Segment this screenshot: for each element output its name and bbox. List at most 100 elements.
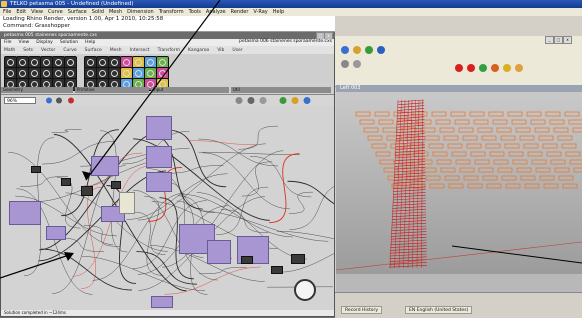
navigation-compass-icon[interactable] <box>293 278 317 302</box>
rhino-menu-edit[interactable]: Edit <box>16 9 26 15</box>
gh-component-node[interactable] <box>151 296 173 308</box>
rhino-menu-solid[interactable]: Solid <box>92 9 104 15</box>
gh-tab-intersect[interactable]: Intersect <box>130 48 150 53</box>
gh-component-node[interactable] <box>9 201 41 225</box>
rhino-menu-mesh[interactable]: Mesh <box>109 9 122 15</box>
grasshopper-title: petasma 005 stainenes sporaamente.cxs <box>4 33 97 38</box>
canvas-toolbar <box>1 95 334 106</box>
open-file-icon[interactable] <box>353 46 361 54</box>
gh-tab-curve[interactable]: Curve <box>63 48 76 53</box>
gh-tab-user[interactable]: User <box>232 48 242 53</box>
globe-icon[interactable] <box>303 97 311 104</box>
gh-component-node[interactable] <box>291 254 305 264</box>
rhino-menu-render[interactable]: Render <box>231 9 249 15</box>
gh-tab-math[interactable]: Math <box>4 48 15 53</box>
gh-component-node[interactable] <box>46 226 66 240</box>
ground-axis <box>336 241 582 271</box>
rhino-menu-analyze[interactable]: Analyze <box>206 9 226 15</box>
gh-component-node[interactable] <box>81 186 93 196</box>
maximize-button[interactable]: □ <box>554 36 563 44</box>
grasshopper-component-toolbar: Geometry Primitive Input Util <box>1 54 334 95</box>
zoom-extents-icon[interactable] <box>46 97 52 104</box>
material-icon[interactable] <box>491 64 499 72</box>
bake-icon[interactable] <box>279 97 287 104</box>
zoom-selector[interactable]: 96% <box>4 97 36 104</box>
gh-component-node[interactable] <box>146 146 172 168</box>
gh-menu-file[interactable]: File <box>4 40 12 45</box>
rhino-menu-view[interactable]: View <box>31 9 43 15</box>
gh-tab-transform[interactable]: Transform <box>158 48 180 53</box>
rhino-menu-dimension[interactable]: Dimension <box>127 9 154 15</box>
gh-tab-vector[interactable]: Vector <box>41 48 55 53</box>
preview-wire-icon[interactable] <box>235 97 243 104</box>
category-geometry[interactable]: Geometry <box>1 87 73 93</box>
orange-panel-grid <box>355 111 582 189</box>
eye-icon[interactable] <box>56 97 62 104</box>
new-file-icon[interactable] <box>341 46 349 54</box>
gh-component-node[interactable] <box>31 166 41 173</box>
gh-tab-kangaroo[interactable]: Kangaroo <box>188 48 209 53</box>
rhino-app-icon <box>1 1 7 7</box>
rhino-viewport[interactable] <box>336 92 582 274</box>
gh-menu-solution[interactable]: Solution <box>60 40 78 45</box>
rhino-window-title: TELKO petasma 005 - Undefined (Undefined… <box>10 1 134 7</box>
gh-file-name: petasma 006 stainenes sporaamente.cxs <box>239 39 332 44</box>
save-icon[interactable] <box>365 46 373 54</box>
grasshopper-tabs: Math Sets Vector Curve Surface Mesh Intersect T… <box>1 46 334 54</box>
language-indicator[interactable]: EN English (United States) <box>405 306 473 314</box>
render-sphere-icon[interactable] <box>455 64 463 72</box>
rhino-status-bar: Record History EN English (United States… <box>335 292 582 318</box>
rhino-menu-file[interactable]: File <box>3 9 11 15</box>
grasshopper-title-bar: petasma 005 stainenes sporaamente.cxs □ … <box>0 32 335 40</box>
rhino-command-history[interactable]: Loading Rhino Render, version 1.00, Apr … <box>0 16 335 32</box>
category-util[interactable]: Util <box>231 87 331 93</box>
close-button[interactable]: x <box>563 36 572 44</box>
light-icon[interactable] <box>503 64 511 72</box>
viewport-geometry <box>336 99 582 271</box>
rhino-menu-help[interactable]: Help <box>273 9 284 15</box>
rhino-menu-surface[interactable]: Surface <box>68 9 87 15</box>
rhino-menu-bar: File Edit View Curve Surface Solid Mesh Dimensi… <box>0 8 582 16</box>
rhino-toolbar: _ □ x <box>335 36 582 87</box>
viewport-title[interactable]: Left 003 <box>336 85 582 92</box>
gh-tab-mesh[interactable]: Mesh <box>110 48 122 53</box>
rhino-menu-tools[interactable]: Tools <box>189 9 201 15</box>
grasshopper-menu-bar: File View Display Solution Help petasma 006 s… <box>1 39 334 46</box>
gh-tab-sets[interactable]: Sets <box>23 48 33 53</box>
render-sphere-2-icon[interactable] <box>467 64 475 72</box>
gh-menu-help[interactable]: Help <box>85 40 95 45</box>
layer-icon[interactable] <box>341 60 349 68</box>
gh-menu-display[interactable]: Display <box>36 40 53 45</box>
gh-component-node[interactable] <box>119 192 135 214</box>
preview-shaded-icon[interactable] <box>247 97 255 104</box>
gh-component-node[interactable] <box>146 116 172 140</box>
gh-component-node[interactable] <box>91 156 119 176</box>
grasshopper-canvas[interactable] <box>1 106 334 310</box>
help-icon[interactable] <box>377 46 385 54</box>
gh-component-node[interactable] <box>61 178 71 186</box>
gh-tab-vib[interactable]: Vib <box>217 48 224 53</box>
gh-component-node[interactable] <box>207 240 231 264</box>
category-primitive[interactable]: Primitive <box>75 87 149 93</box>
gh-component-node[interactable] <box>271 266 283 274</box>
minimize-button[interactable]: _ <box>545 36 554 44</box>
category-input[interactable]: Input <box>151 87 229 93</box>
gh-menu-view[interactable]: View <box>19 40 30 45</box>
gh-component-node[interactable] <box>241 256 253 264</box>
gh-tab-surface[interactable]: Surface <box>85 48 102 53</box>
sketch-icon[interactable] <box>291 97 299 104</box>
preview-selected-icon[interactable] <box>259 97 267 104</box>
grasshopper-status-bar: Solution completed in ~124ms <box>1 310 334 316</box>
rhino-menu-curve[interactable]: Curve <box>48 9 63 15</box>
gh-component-node[interactable] <box>111 181 121 189</box>
record-history-toggle[interactable]: Record History <box>341 306 382 314</box>
rhino-menu-v-ray[interactable]: V-Ray <box>253 9 267 15</box>
rhino-title-bar: TELKO petasma 005 - Undefined (Undefined… <box>0 0 582 8</box>
environment-icon[interactable] <box>515 64 523 72</box>
command-line-1: Loading Rhino Render, version 1.00, Apr … <box>3 16 164 22</box>
pen-icon[interactable] <box>68 97 74 104</box>
gh-component-node[interactable] <box>146 172 172 192</box>
properties-icon[interactable] <box>353 60 361 68</box>
shade-icon[interactable] <box>479 64 487 72</box>
rhino-menu-transform[interactable]: Transform <box>159 9 184 15</box>
